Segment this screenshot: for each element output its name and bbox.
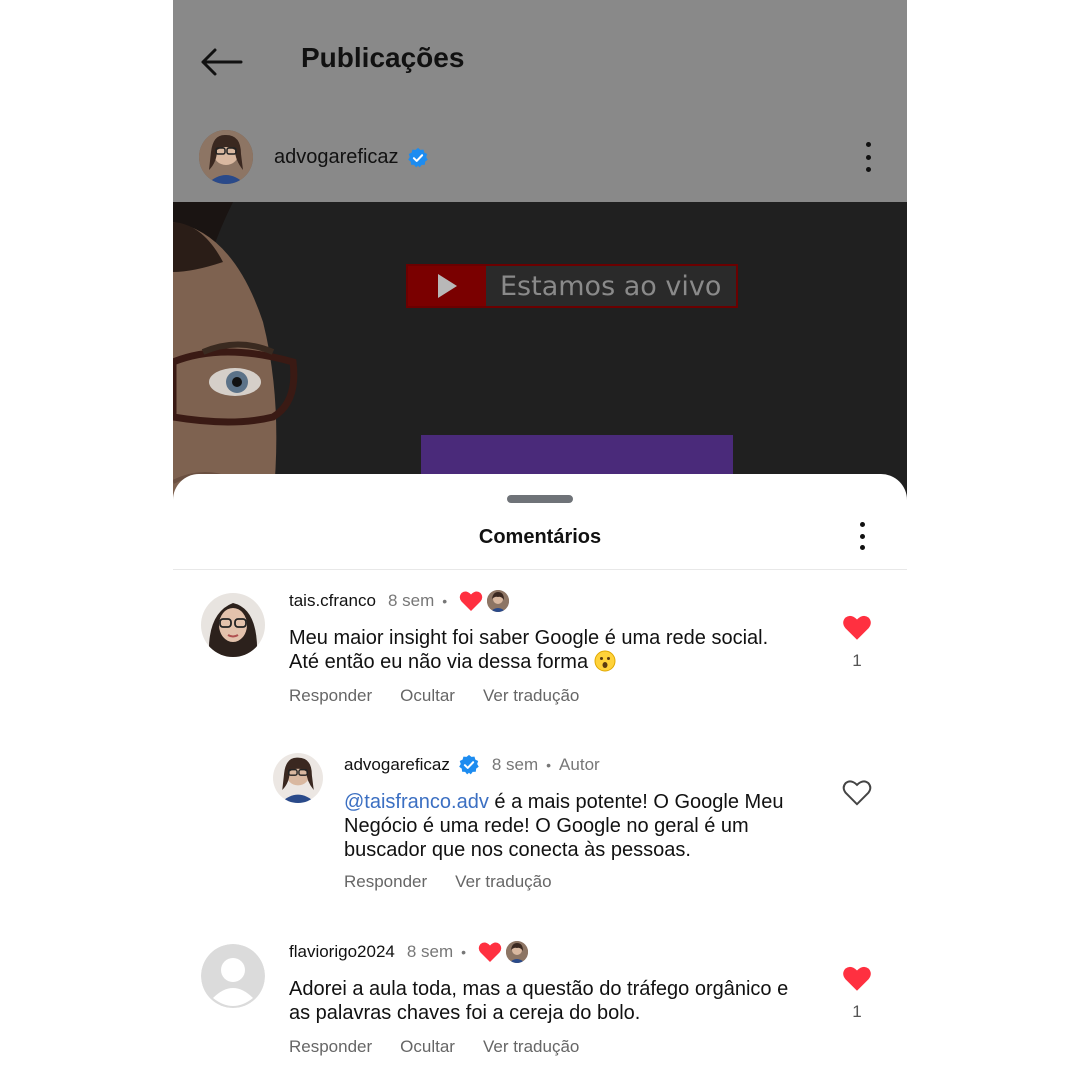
author-label: Autor	[559, 755, 600, 774]
comment-actions: Responder Ocultar Ver tradução	[289, 686, 607, 706]
separator-dot: •	[461, 944, 467, 960]
comment-header: tais.cfranco 8 sem •	[289, 590, 510, 612]
verified-badge-icon	[407, 147, 428, 167]
arrow-left-icon	[201, 48, 243, 76]
screen: Publicações advogareficaz Estamos ao viv…	[0, 0, 1080, 1080]
author-liked-heart-icon	[478, 942, 502, 962]
hide-button[interactable]: Ocultar	[400, 686, 455, 706]
comment-username[interactable]: flaviorigo2024	[289, 942, 395, 962]
surprised-emoji-icon	[594, 650, 616, 672]
comment-actions: Responder Ver tradução	[344, 872, 580, 892]
drag-handle[interactable]	[507, 495, 573, 503]
post-username: advogareficaz	[274, 146, 399, 168]
like-column: 1	[837, 614, 877, 671]
sheet-more-icon[interactable]	[857, 522, 867, 550]
author-liked-heart-icon	[459, 591, 483, 611]
comment-header: advogareficaz 8 sem • Autor	[344, 754, 600, 776]
translate-button[interactable]: Ver tradução	[455, 872, 551, 892]
reply-button[interactable]: Responder	[289, 1037, 372, 1057]
separator-dot: •	[442, 593, 448, 609]
like-column: 1	[837, 965, 877, 1022]
comment-text-line: Até então eu não via dessa forma	[289, 650, 768, 674]
comment-text: Adorei a aula toda, mas a questão do trá…	[289, 977, 788, 1025]
user-placeholder-icon	[201, 944, 265, 1008]
comment-actions: Responder Ocultar Ver tradução	[289, 1037, 607, 1057]
divider	[173, 569, 907, 570]
translate-button[interactable]: Ver tradução	[483, 686, 579, 706]
comment-time: 8 sem	[491, 755, 539, 774]
comment-text: @taisfranco.adv é a mais potente! O Goog…	[344, 790, 783, 862]
comment-username[interactable]: advogareficaz	[344, 755, 450, 775]
mention-link[interactable]: @taisfranco.adv	[344, 791, 489, 813]
comment-text-line: @taisfranco.adv é a mais potente! O Goog…	[344, 791, 784, 813]
like-count: 1	[852, 1002, 862, 1021]
back-button[interactable]	[199, 40, 245, 84]
reply-button[interactable]: Responder	[344, 872, 427, 892]
comments-sheet: Comentários tais.cfranco 8 sem • Meu mai…	[173, 474, 907, 1080]
reply-button[interactable]: Responder	[289, 686, 372, 706]
like-column	[837, 779, 877, 806]
heart-filled-icon[interactable]	[842, 614, 872, 641]
comment-text: Meu maior insight foi saber Google é uma…	[289, 626, 768, 674]
heart-filled-icon[interactable]	[842, 965, 872, 992]
comment-time: 8 sem	[406, 942, 454, 961]
heart-outline-icon[interactable]	[842, 779, 872, 806]
comment-text-line: Adorei a aula toda, mas a questão do trá…	[289, 978, 789, 1000]
separator-dot: •	[546, 757, 552, 773]
live-banner: Estamos ao vivo	[406, 264, 738, 308]
comment-time: 8 sem	[387, 591, 435, 610]
more-options-icon[interactable]	[859, 140, 877, 174]
avatar[interactable]	[273, 753, 323, 803]
verified-badge-icon	[459, 754, 479, 775]
like-count: 1	[852, 651, 862, 670]
avatar[interactable]	[201, 593, 265, 657]
post-header-area: Publicações advogareficaz	[173, 0, 907, 202]
comment-text-line: Meu maior insight foi saber Google é uma…	[289, 627, 769, 649]
sheet-title: Comentários	[478, 526, 602, 548]
play-icon	[408, 266, 486, 306]
live-label: Estamos ao vivo	[486, 266, 736, 306]
presenter-image	[173, 202, 303, 502]
post-media[interactable]: Estamos ao vivo	[173, 202, 907, 502]
default-avatar[interactable]	[201, 944, 265, 1008]
comment-text-line: as palavras chaves foi a cereja do bolo.	[289, 1002, 641, 1024]
comment-header: flaviorigo2024 8 sem •	[289, 941, 529, 963]
author-mini-avatar	[487, 590, 510, 612]
page-title: Publicações	[301, 42, 465, 73]
post-author-avatar[interactable]	[199, 130, 253, 184]
comment-text-line: buscador que nos conecta às pessoas.	[344, 839, 691, 861]
comment-text-line: Negócio é uma rede! O Google no geral é …	[344, 815, 749, 837]
author-mini-avatar	[506, 941, 529, 963]
phone-frame: Publicações advogareficaz Estamos ao viv…	[173, 0, 907, 1080]
hide-button[interactable]: Ocultar	[400, 1037, 455, 1057]
comment-username[interactable]: tais.cfranco	[289, 591, 376, 611]
translate-button[interactable]: Ver tradução	[483, 1037, 579, 1057]
post-author[interactable]: advogareficaz	[274, 146, 429, 169]
